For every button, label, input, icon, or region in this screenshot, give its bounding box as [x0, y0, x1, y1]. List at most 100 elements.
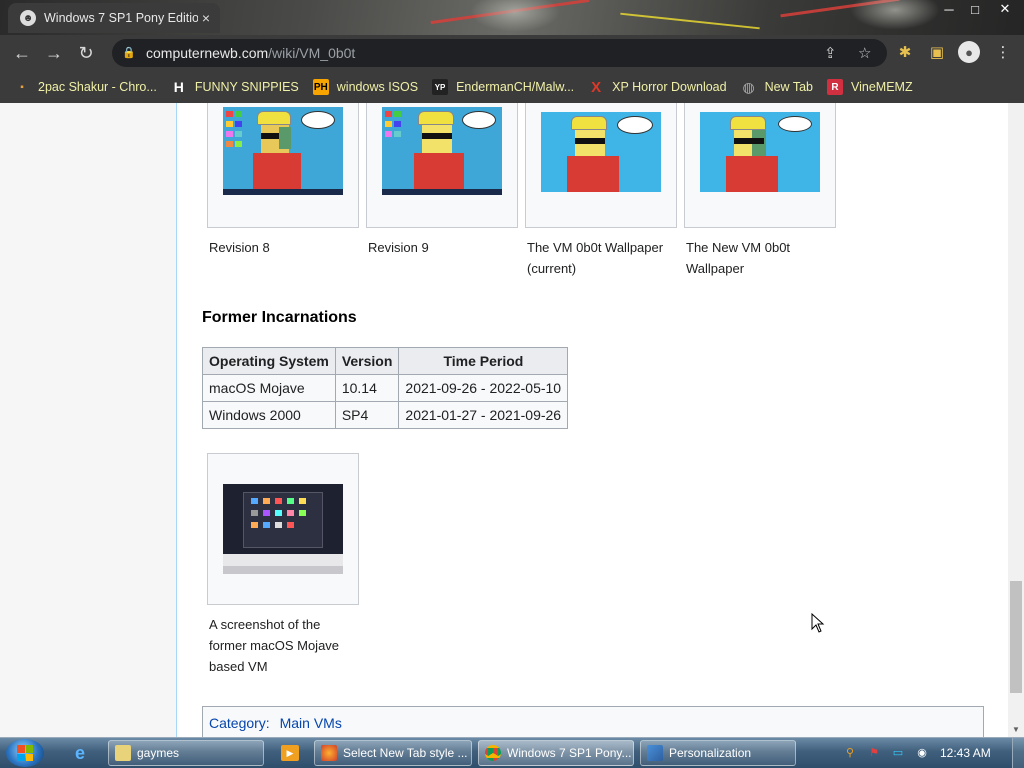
table-cell: 10.14	[334, 374, 400, 402]
taskbar-clock[interactable]: 12:43 AM	[940, 746, 991, 760]
pony-favicon-icon: ☻	[20, 10, 36, 26]
gallery-caption: The New VM 0b0t Wallpaper	[686, 240, 791, 276]
yp-icon: YP	[432, 79, 449, 95]
back-icon[interactable]: ←	[8, 39, 36, 67]
toolbar: ← → ↻ 🔒 computernewb.com /wiki/VM_0b0t ⇪…	[0, 35, 1024, 71]
r-icon: R	[827, 79, 843, 95]
column-header: Operating System	[202, 347, 336, 375]
profile-avatar-icon[interactable]: ●	[956, 39, 982, 65]
former-incarnations-table: Operating System Version Time Period mac…	[202, 347, 569, 429]
chrome-icon	[485, 745, 501, 761]
taskbar-item-label: Select New Tab style ...	[343, 746, 468, 760]
column-header: Time Period	[398, 347, 569, 375]
macos-mojave-screenshot[interactable]	[223, 484, 343, 574]
taskbar-item-personalization[interactable]: Personalization	[640, 740, 796, 766]
wallpaper-smear	[850, 0, 940, 30]
ph-icon: PH	[312, 79, 329, 95]
section-heading-former-incarnations: Former Incarnations	[202, 309, 357, 326]
url-host: computernewb.com	[146, 45, 269, 61]
firefox-icon	[321, 745, 337, 761]
wiki-content: Revision 8 Revision 9 The VM 0b0t Wallpa…	[176, 103, 1008, 737]
bookmark-xp-horror[interactable]: X XP Horror Download	[588, 78, 727, 96]
wallpaper-streak	[620, 12, 760, 30]
mouse-cursor-icon	[811, 613, 825, 633]
gallery-thumb-current-wallpaper[interactable]	[525, 103, 677, 228]
gallery-thumb-macos-mojave[interactable]	[207, 453, 359, 605]
gallery-caption: Revision 9	[368, 240, 429, 255]
folder-icon	[115, 745, 131, 761]
category-label[interactable]: Category:	[209, 715, 270, 731]
forward-icon[interactable]: →	[40, 39, 68, 67]
bookmark-funny-snippies[interactable]: H FUNNY SNIPPIES	[171, 79, 299, 95]
revision-8-image[interactable]	[223, 107, 343, 195]
new-wallpaper-image[interactable]	[700, 112, 820, 192]
bookmark-windows-isos[interactable]: PH windows ISOS	[312, 79, 419, 95]
table-row: Windows 2000 SP4 2021-01-27 - 2021-09-26	[202, 401, 569, 429]
bookmark-label: windows ISOS	[336, 80, 419, 94]
bookmark-label: VineMEMZ	[851, 80, 913, 94]
side-panel-icon[interactable]: ▣	[924, 39, 950, 65]
gallery-thumb-new-wallpaper[interactable]	[684, 103, 836, 228]
share-icon[interactable]: ⇪	[824, 39, 837, 67]
volume-tray-icon[interactable]: ◉	[914, 744, 930, 760]
gallery-thumb-revision-9[interactable]	[366, 103, 518, 228]
bookmark-label: EndermanCH/Malw...	[456, 80, 575, 94]
table-cell: 2021-09-26 - 2022-05-10	[398, 374, 569, 402]
taskbar-item-chrome[interactable]: Windows 7 SP1 Pony...	[478, 740, 634, 766]
title-bar: ☻ Windows 7 SP1 Pony Edition x64 × ─ □ ✕	[0, 0, 1024, 35]
gallery-thumb-revision-8[interactable]	[207, 103, 359, 228]
current-wallpaper-image[interactable]	[541, 112, 661, 192]
maximize-button[interactable]: □	[962, 0, 988, 18]
minimize-button[interactable]: ─	[936, 0, 962, 18]
address-bar[interactable]: 🔒 computernewb.com /wiki/VM_0b0t ⇪ ☆	[112, 39, 887, 67]
reload-icon[interactable]: ↻	[72, 39, 100, 67]
bookmark-vinememz[interactable]: R VineMEMZ	[827, 79, 913, 95]
table-cell: 2021-01-27 - 2021-09-26	[398, 401, 569, 429]
flag-tray-icon[interactable]: ⚑	[866, 744, 882, 760]
taskbar-item-label: gaymes	[137, 746, 180, 760]
wallpaper-smear	[470, 0, 560, 32]
page-viewport: Revision 8 Revision 9 The VM 0b0t Wallpa…	[0, 103, 1008, 737]
category-box: Category: Main VMs	[202, 706, 984, 737]
menu-icon[interactable]: ⋮	[990, 39, 1016, 65]
internet-explorer-icon[interactable]: e	[66, 741, 94, 765]
network-tray-icon[interactable]: ▭	[890, 744, 906, 760]
category-link-main-vms[interactable]: Main VMs	[280, 715, 342, 731]
revision-9-image[interactable]	[382, 107, 502, 195]
table-cell: SP4	[334, 401, 400, 429]
bookmark-label: XP Horror Download	[612, 80, 727, 94]
taskbar-item-label: Personalization	[669, 746, 752, 760]
extensions-icon[interactable]: ✱	[892, 39, 918, 65]
bookmark-label: FUNNY SNIPPIES	[194, 80, 299, 94]
gallery-caption: A screenshot of the former macOS Mojave …	[209, 617, 340, 674]
bookmark-endermanch[interactable]: YP EndermanCH/Malw...	[432, 79, 574, 95]
gallery-caption: The VM 0b0t Wallpaper (current)	[527, 240, 664, 276]
x-icon: X	[591, 78, 602, 96]
search-tray-icon[interactable]: ⚲	[842, 744, 858, 760]
bookmark-star-icon[interactable]: ☆	[858, 39, 871, 67]
lock-icon: 🔒	[122, 47, 136, 59]
globe-icon: ◍	[742, 78, 755, 95]
taskbar-item-firefox[interactable]: Select New Tab style ...	[314, 740, 472, 766]
taskbar-item-gaymes[interactable]: gaymes	[108, 740, 264, 766]
bookmark-2pac[interactable]: ▪ 2pac Shakur - Chro...	[14, 79, 157, 95]
browser-tab[interactable]: ☻ Windows 7 SP1 Pony Edition x64 ×	[8, 3, 220, 33]
media-player-icon[interactable]: ▶	[276, 741, 304, 765]
windows-logo-icon	[17, 745, 33, 761]
bookmark-new-tab[interactable]: ◍ New Tab	[741, 79, 813, 95]
tab-close-icon[interactable]: ×	[198, 10, 214, 26]
show-desktop-button[interactable]	[1012, 738, 1024, 768]
column-header: Version	[334, 347, 400, 375]
scrollbar-thumb[interactable]	[1010, 581, 1022, 693]
gallery-caption: Revision 8	[209, 240, 270, 255]
bookmarks-bar: ▪ 2pac Shakur - Chro... H FUNNY SNIPPIES P…	[0, 71, 1024, 103]
scroll-down-arrow-icon[interactable]: ▼	[1008, 722, 1024, 737]
start-button[interactable]	[6, 739, 44, 767]
bookmark-label: 2pac Shakur - Chro...	[38, 80, 157, 94]
window-close-button[interactable]: ✕	[990, 0, 1020, 18]
h-icon: H	[173, 79, 184, 95]
tab-title: Windows 7 SP1 Pony Edition x64	[44, 11, 198, 25]
table-cell: Windows 2000	[202, 401, 336, 429]
taskbar-item-label: Windows 7 SP1 Pony...	[507, 746, 632, 760]
url-path: /wiki/VM_0b0t	[268, 45, 356, 61]
